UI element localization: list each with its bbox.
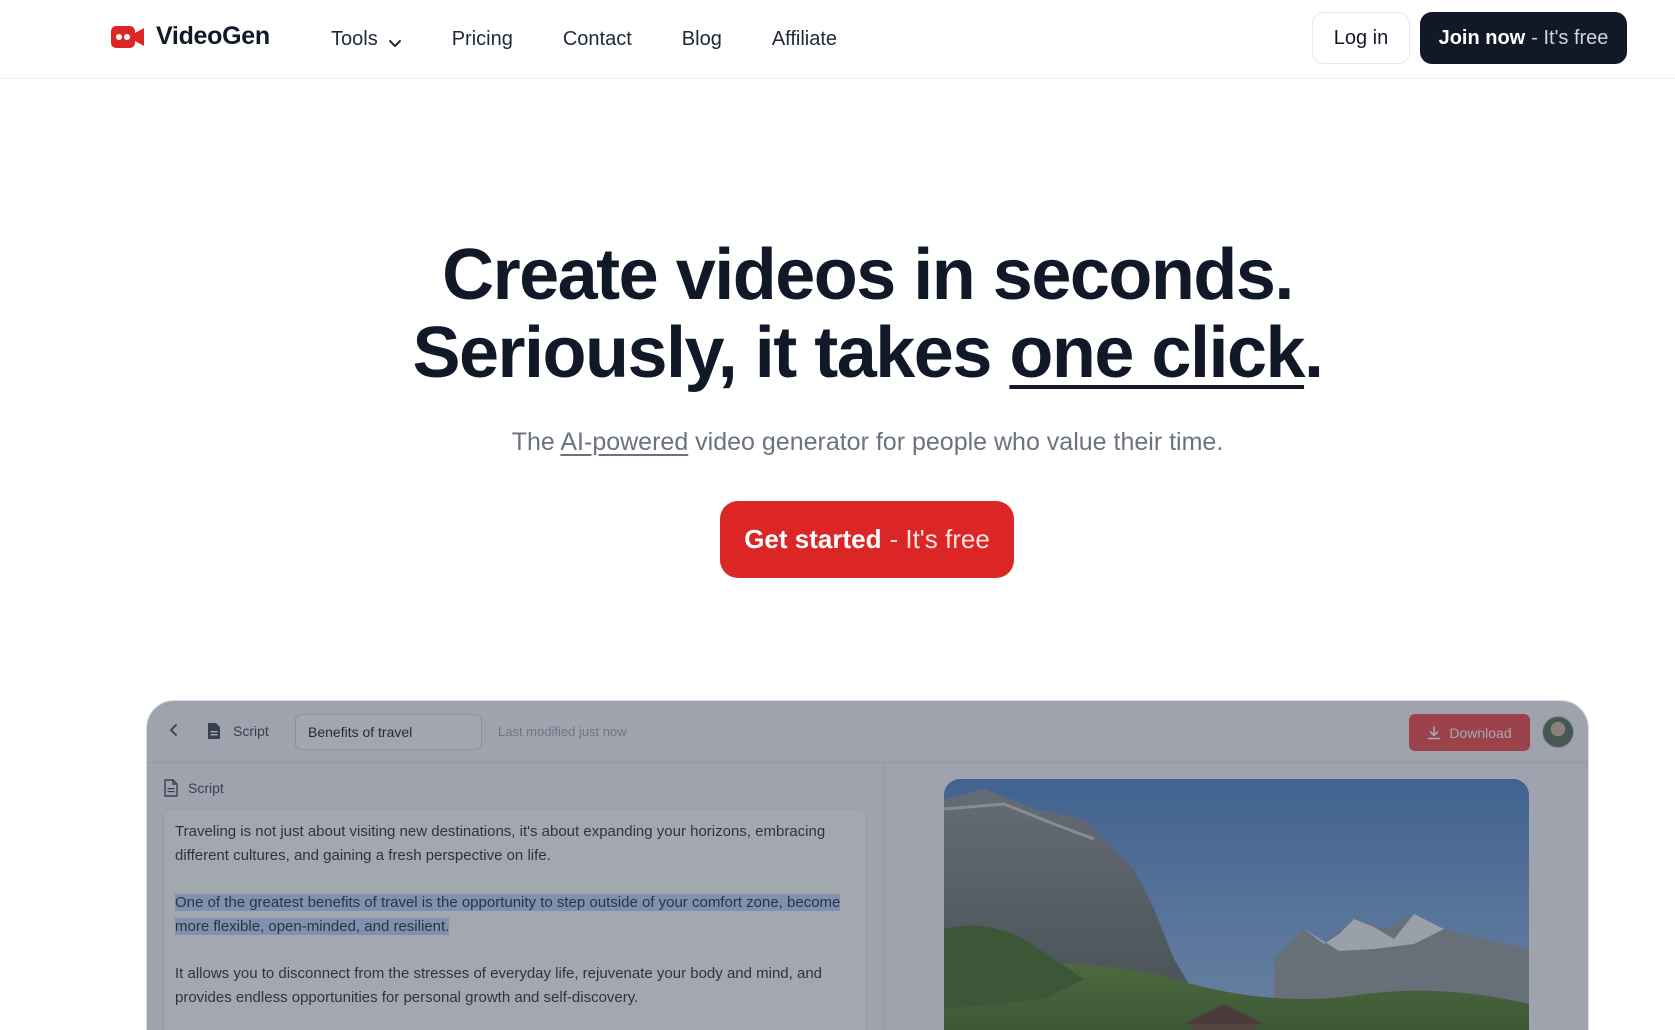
join-now-button[interactable]: Join now - It's free: [1420, 12, 1627, 64]
app-preview-screenshot: Script Last modified just now Download S…: [146, 700, 1589, 1030]
nav-blog-link[interactable]: Blog: [682, 28, 722, 51]
nav-pricing-link[interactable]: Pricing: [452, 28, 513, 51]
hero-title: Create videos in seconds. Seriously, it …: [0, 236, 1675, 392]
nav-tools-label: Tools: [331, 28, 378, 50]
hero-title-line2-prefix: Seriously, it takes: [412, 313, 1010, 393]
hero-title-line1: Create videos in seconds.: [442, 235, 1294, 315]
ai-powered-link[interactable]: AI-powered: [560, 428, 688, 456]
join-now-label: Join now: [1438, 26, 1526, 49]
document-icon: [207, 722, 221, 740]
hero-subtitle-prefix: The: [511, 428, 561, 456]
chevron-down-icon: [388, 33, 402, 47]
join-now-free-label: - It's free: [1531, 26, 1609, 49]
preview-script-panel: Script Traveling is not just about visit…: [147, 763, 884, 1030]
get-started-button[interactable]: Get started - It's free: [720, 501, 1014, 578]
preview-download-button: Download: [1409, 714, 1530, 751]
preview-panel-label: Script: [188, 780, 224, 796]
preview-video-panel: [884, 763, 1588, 1030]
hero-title-line2-suffix: .: [1304, 313, 1324, 393]
video-camera-logo-icon: [111, 23, 144, 51]
script-highlight: One of the greatest benefits of travel i…: [175, 894, 841, 935]
preview-last-modified: Last modified just now: [498, 724, 627, 739]
preview-panel-header: Script: [164, 779, 224, 797]
mountain-landscape-image: [944, 779, 1529, 1030]
hero-title-underlined: one click: [1009, 313, 1305, 393]
nav-tools-dropdown[interactable]: Tools: [331, 28, 402, 51]
login-button[interactable]: Log in: [1312, 12, 1410, 64]
preview-script-textbox: Traveling is not just about visiting new…: [163, 809, 867, 1030]
preview-title-input: [295, 714, 482, 750]
preview-download-label: Download: [1449, 724, 1512, 741]
hero-subtitle: The AI-powered video generator for peopl…: [0, 428, 1675, 457]
preview-toolbar: Script Last modified just now Download: [147, 701, 1588, 763]
avatar: [1542, 716, 1574, 748]
script-paragraph-highlighted: One of the greatest benefits of travel i…: [175, 891, 855, 939]
get-started-label: Get started: [744, 524, 882, 554]
get-started-free-label: - It's free: [889, 524, 990, 554]
chevron-left-icon: [167, 723, 181, 737]
script-paragraph: It allows you to disconnect from the str…: [175, 965, 823, 1006]
script-paragraph: Traveling is not just about visiting new…: [175, 823, 826, 864]
download-icon: [1428, 725, 1441, 739]
brand-logo[interactable]: VideoGen: [111, 22, 270, 51]
top-navigation: VideoGen Tools Pricing Contact Blog Affi…: [0, 0, 1675, 79]
hero-subtitle-suffix: video generator for people who value the…: [688, 428, 1224, 456]
document-outline-icon: [164, 779, 178, 797]
primary-nav: Tools Pricing Contact Blog Affiliate: [331, 0, 887, 79]
nav-contact-link[interactable]: Contact: [563, 28, 632, 51]
nav-affiliate-link[interactable]: Affiliate: [772, 28, 837, 51]
preview-script-label: Script: [233, 723, 269, 739]
brand-name: VideoGen: [156, 22, 270, 50]
